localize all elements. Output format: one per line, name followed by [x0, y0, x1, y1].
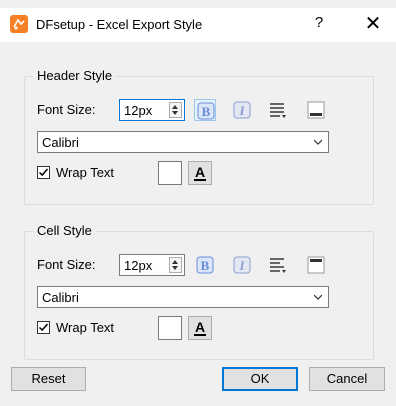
header-font-combo[interactable]: Calibri	[37, 131, 329, 153]
header-bold-button[interactable]: B	[194, 99, 216, 121]
header-fill-color-swatch[interactable]	[158, 161, 182, 185]
align-left-icon	[270, 258, 286, 273]
cell-font-size-value: 12px	[124, 258, 153, 273]
header-font-color-button[interactable]: A	[188, 161, 212, 185]
header-wrap-text-checkbox[interactable]	[37, 166, 50, 179]
header-font-size-label: Font Size:	[37, 102, 96, 117]
cell-font-color-button[interactable]: A	[188, 316, 212, 340]
header-horizontal-align-button[interactable]	[267, 99, 289, 121]
header-style-title: Header Style	[33, 68, 117, 83]
help-button[interactable]: ?	[304, 14, 334, 36]
header-style-group: Header Style Font Size: 12px B I Calibri…	[24, 68, 374, 205]
ok-button[interactable]: OK	[222, 367, 298, 391]
header-wrap-text-label: Wrap Text	[56, 165, 115, 180]
top-strip	[0, 0, 396, 8]
header-font-name: Calibri	[42, 135, 79, 150]
close-button[interactable]: ✕	[356, 11, 390, 39]
cell-vertical-align-button[interactable]	[305, 254, 327, 276]
align-lines-icon	[270, 103, 286, 118]
cell-wrap-text-label: Wrap Text	[56, 320, 115, 335]
bold-icon: B	[197, 102, 215, 120]
italic-icon: I	[233, 101, 251, 119]
vertical-align-top-icon	[307, 256, 325, 274]
cell-bold-button[interactable]: B	[194, 254, 216, 276]
cell-font-size-label: Font Size:	[37, 257, 96, 272]
vertical-align-bottom-icon	[307, 101, 325, 119]
cell-style-group: Cell Style Font Size: 12px B I Calibri W…	[24, 223, 374, 360]
svg-text:I: I	[238, 103, 245, 118]
reset-button[interactable]: Reset	[11, 367, 86, 391]
checkmark-icon	[38, 168, 49, 177]
cell-font-name: Calibri	[42, 290, 79, 305]
window-title: DFsetup - Excel Export Style	[36, 17, 203, 32]
checkmark-icon	[38, 323, 49, 332]
app-icon	[10, 15, 28, 33]
title-bar: DFsetup - Excel Export Style ? ✕	[0, 8, 396, 42]
spinner-arrows-icon[interactable]	[169, 102, 182, 118]
italic-icon: I	[233, 256, 251, 274]
cell-italic-button[interactable]: I	[231, 254, 253, 276]
header-italic-button[interactable]: I	[231, 99, 253, 121]
dialog-body: Header Style Font Size: 12px B I Calibri…	[0, 42, 396, 406]
svg-text:B: B	[202, 104, 211, 119]
cell-font-size-spinner[interactable]: 12px	[119, 254, 185, 276]
header-font-size-spinner[interactable]: 12px	[119, 99, 185, 121]
cell-fill-color-swatch[interactable]	[158, 316, 182, 340]
cell-horizontal-align-button[interactable]	[267, 254, 289, 276]
chevron-down-icon	[314, 139, 322, 145]
cancel-button[interactable]: Cancel	[309, 367, 385, 391]
svg-text:I: I	[238, 258, 245, 273]
font-color-icon: A	[194, 319, 206, 335]
cell-wrap-text-checkbox[interactable]	[37, 321, 50, 334]
cell-font-combo[interactable]: Calibri	[37, 286, 329, 308]
spinner-arrows-icon[interactable]	[169, 257, 182, 273]
font-color-icon: A	[194, 164, 206, 180]
svg-text:B: B	[201, 258, 210, 273]
header-font-size-value: 12px	[124, 103, 153, 118]
cell-style-title: Cell Style	[33, 223, 96, 238]
bold-icon: B	[196, 256, 214, 274]
header-vertical-align-button[interactable]	[305, 99, 327, 121]
chevron-down-icon	[314, 294, 322, 300]
